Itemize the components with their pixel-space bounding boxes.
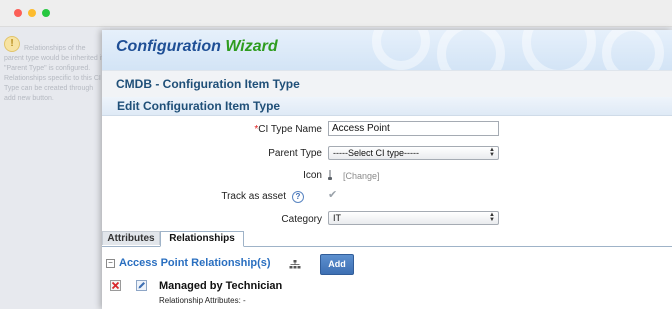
parent-type-label: Parent Type xyxy=(268,148,322,159)
ci-type-name-input[interactable]: Access Point xyxy=(328,121,499,136)
access-point-icon xyxy=(328,170,332,180)
section-title: CMDB - Configuration Item Type xyxy=(116,77,300,91)
help-icon[interactable]: ? xyxy=(292,191,304,203)
add-relationship-button[interactable]: Add xyxy=(320,254,354,275)
subsection-title: Edit Configuration Item Type xyxy=(117,99,281,113)
tab-attributes[interactable]: Attributes xyxy=(102,231,160,245)
parent-type-value: -----Select CI type----- xyxy=(333,148,419,158)
track-as-asset-label: Track as asset xyxy=(221,191,286,202)
background-hint-text: Relationships of the parent type would b… xyxy=(4,45,104,102)
edit-relationship-icon[interactable] xyxy=(136,280,147,291)
decorative-gear-icon xyxy=(522,30,596,70)
collapse-toggle-icon[interactable]: − xyxy=(106,259,115,268)
wizard-header: Configuration Wizard xyxy=(102,30,672,70)
category-label: Category xyxy=(281,214,322,225)
relationship-name: Managed by Technician xyxy=(159,280,283,292)
tab-bar: Attributes Relationships xyxy=(102,230,672,247)
tab-relationships[interactable]: Relationships xyxy=(160,231,244,247)
parent-type-select[interactable]: -----Select CI type----- ▲ ▼ xyxy=(328,146,499,160)
relationship-attributes: Relationship Attributes: - xyxy=(159,296,246,305)
close-window-button[interactable] xyxy=(14,9,22,17)
track-as-asset-checkbox[interactable]: ✔ xyxy=(328,188,337,201)
category-value: IT xyxy=(333,213,341,223)
relationships-heading: Access Point Relationship(s) xyxy=(119,257,271,269)
delete-relationship-icon[interactable] xyxy=(110,280,121,291)
change-icon-link[interactable]: [Change] xyxy=(343,171,380,181)
decorative-gear-icon xyxy=(372,30,430,70)
section-header: CMDB - Configuration Item Type xyxy=(102,70,672,97)
select-arrows-icon: ▲ ▼ xyxy=(489,212,495,223)
ci-type-name-label-group: *CI Type Name xyxy=(122,124,322,135)
maximize-window-button[interactable] xyxy=(42,9,50,17)
icon-label: Icon xyxy=(303,170,322,181)
decorative-gear-icon xyxy=(437,30,505,70)
category-select[interactable]: IT ▲ ▼ xyxy=(328,211,499,225)
wizard-title: Configuration Wizard xyxy=(116,38,278,56)
wizard-title-part1: Configuration xyxy=(116,38,221,55)
minimize-window-button[interactable] xyxy=(28,9,36,17)
configuration-wizard-dialog: Configuration Wizard CMDB - Configuratio… xyxy=(102,30,672,309)
decorative-gear-icon xyxy=(602,30,664,70)
ci-type-name-label: CI Type Name xyxy=(258,124,322,135)
hierarchy-view-icon[interactable] xyxy=(289,260,301,269)
select-arrows-icon: ▲ ▼ xyxy=(489,147,495,158)
subsection-header: Edit Configuration Item Type xyxy=(102,97,672,116)
wizard-title-part2: Wizard xyxy=(225,38,278,55)
window-titlebar xyxy=(0,0,672,27)
